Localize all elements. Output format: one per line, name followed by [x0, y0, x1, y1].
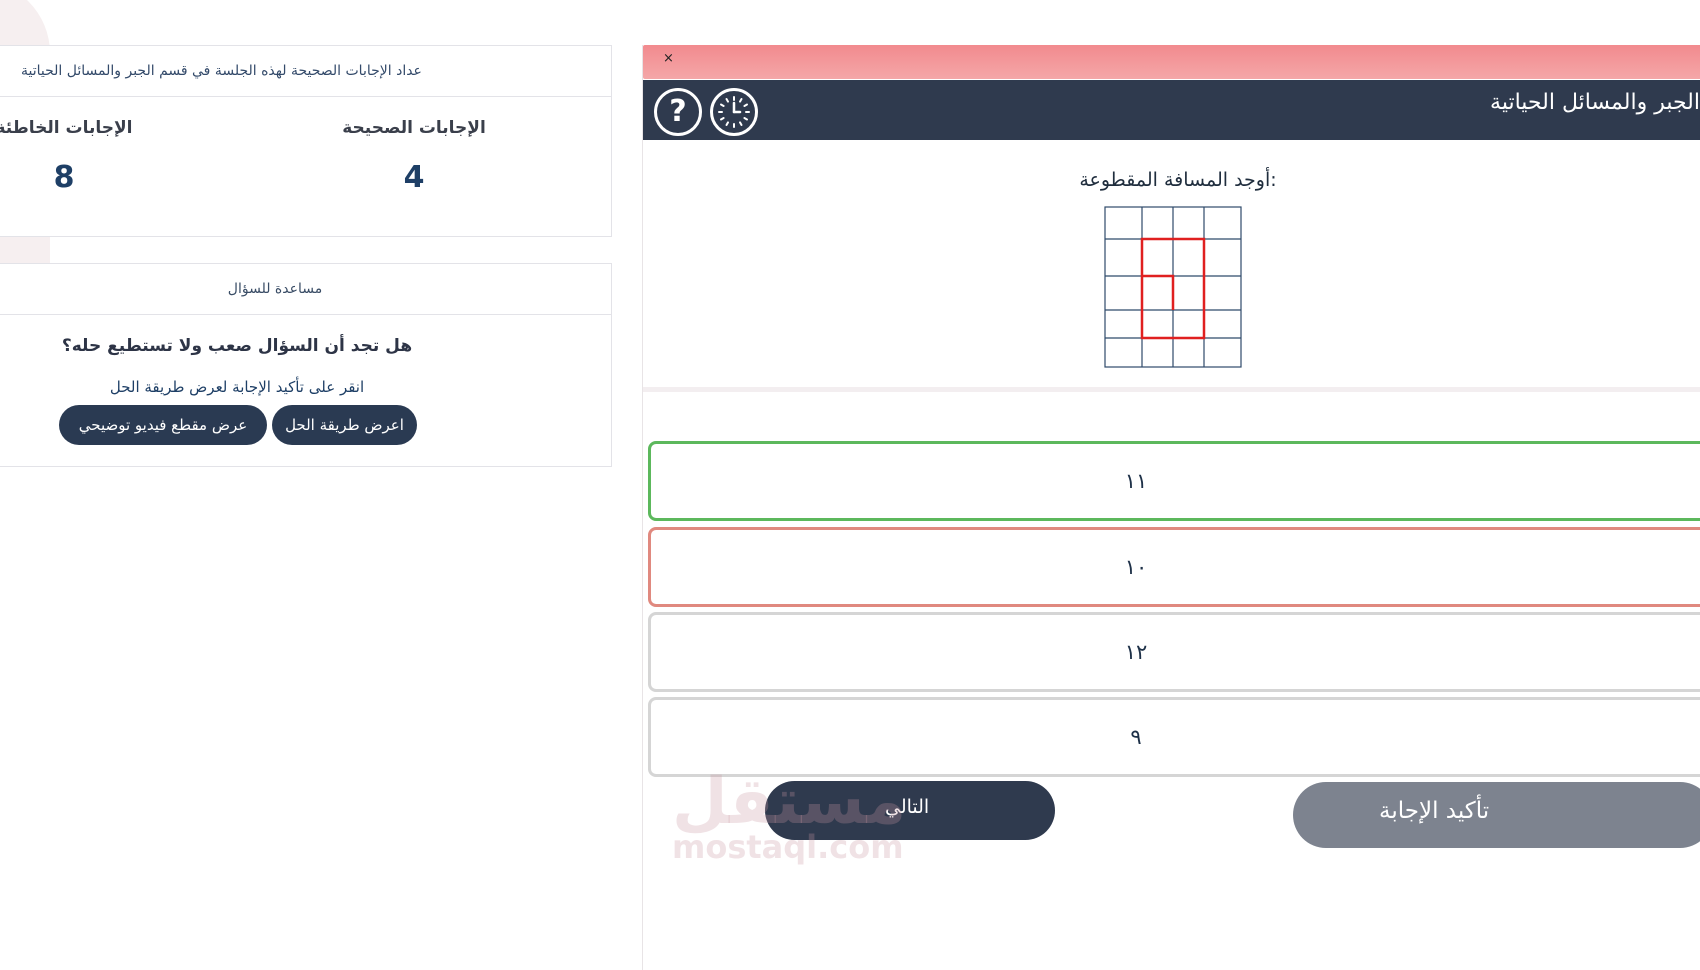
answer-option-wrong[interactable]: ١٠	[648, 527, 1700, 607]
quiz-header: ? الجبر والمسائل الحياتية	[643, 80, 1700, 140]
clock-icon[interactable]	[710, 88, 758, 136]
question-mark-icon[interactable]: ?	[654, 88, 702, 136]
help-header: مساعدة للسؤال	[0, 264, 611, 315]
close-icon[interactable]: ×	[663, 51, 674, 66]
confirm-answer-button[interactable]: تأكيد الإجابة	[1293, 782, 1700, 848]
grid-figure	[1104, 206, 1242, 368]
quiz-title: الجبر والمسائل الحياتية	[1490, 90, 1700, 115]
quiz-panel: × ? الجبر والمسائل الحياتية أوجد المسافة…	[642, 45, 1700, 970]
answer-option-label: ١٠	[1124, 555, 1148, 579]
answer-option[interactable]: ٩	[648, 697, 1700, 777]
correct-answers-count: 4	[403, 160, 425, 195]
section-divider	[643, 387, 1700, 392]
correct-answers-label: الإجابات الصحيحة	[342, 118, 486, 138]
answer-option-label: ١٢	[1124, 640, 1148, 664]
answer-option-label: ١١	[1124, 469, 1148, 493]
question-prompt: أوجد المسافة المقطوعة:	[1079, 169, 1277, 191]
show-solution-button[interactable]: اعرض طريقة الحل	[272, 405, 417, 445]
answer-option-label: ٩	[1130, 725, 1142, 749]
stats-header: عداد الإجابات الصحيحة لهذه الجلسة في قسم…	[0, 46, 611, 97]
answer-option-correct[interactable]: ١١	[648, 441, 1700, 521]
alert-bar: ×	[643, 45, 1700, 79]
show-video-button[interactable]: عرض مقطع فيديو توضيحي	[59, 405, 267, 445]
wrong-answers-label: الإجابات الخاطئة	[0, 118, 133, 138]
wrong-answers-stat: الإجابات الخاطئة 8	[0, 118, 169, 195]
help-question: هل تجد أن السؤال صعب ولا تستطيع حله؟	[61, 336, 413, 356]
next-button[interactable]: التالي	[765, 781, 1055, 840]
next-button-label: التالي	[885, 796, 930, 818]
answer-option[interactable]: ١٢	[648, 612, 1700, 692]
wrong-answers-count: 8	[53, 160, 75, 195]
help-card: مساعدة للسؤال هل تجد أن السؤال صعب ولا ت…	[0, 263, 612, 467]
help-hint: انقر على تأكيد الإجابة لعرض طريقة الحل	[109, 378, 365, 396]
stats-card: عداد الإجابات الصحيحة لهذه الجلسة في قسم…	[0, 45, 612, 237]
correct-answers-stat: الإجابات الصحيحة 4	[319, 118, 509, 195]
confirm-answer-label: تأكيد الإجابة	[1379, 798, 1490, 824]
